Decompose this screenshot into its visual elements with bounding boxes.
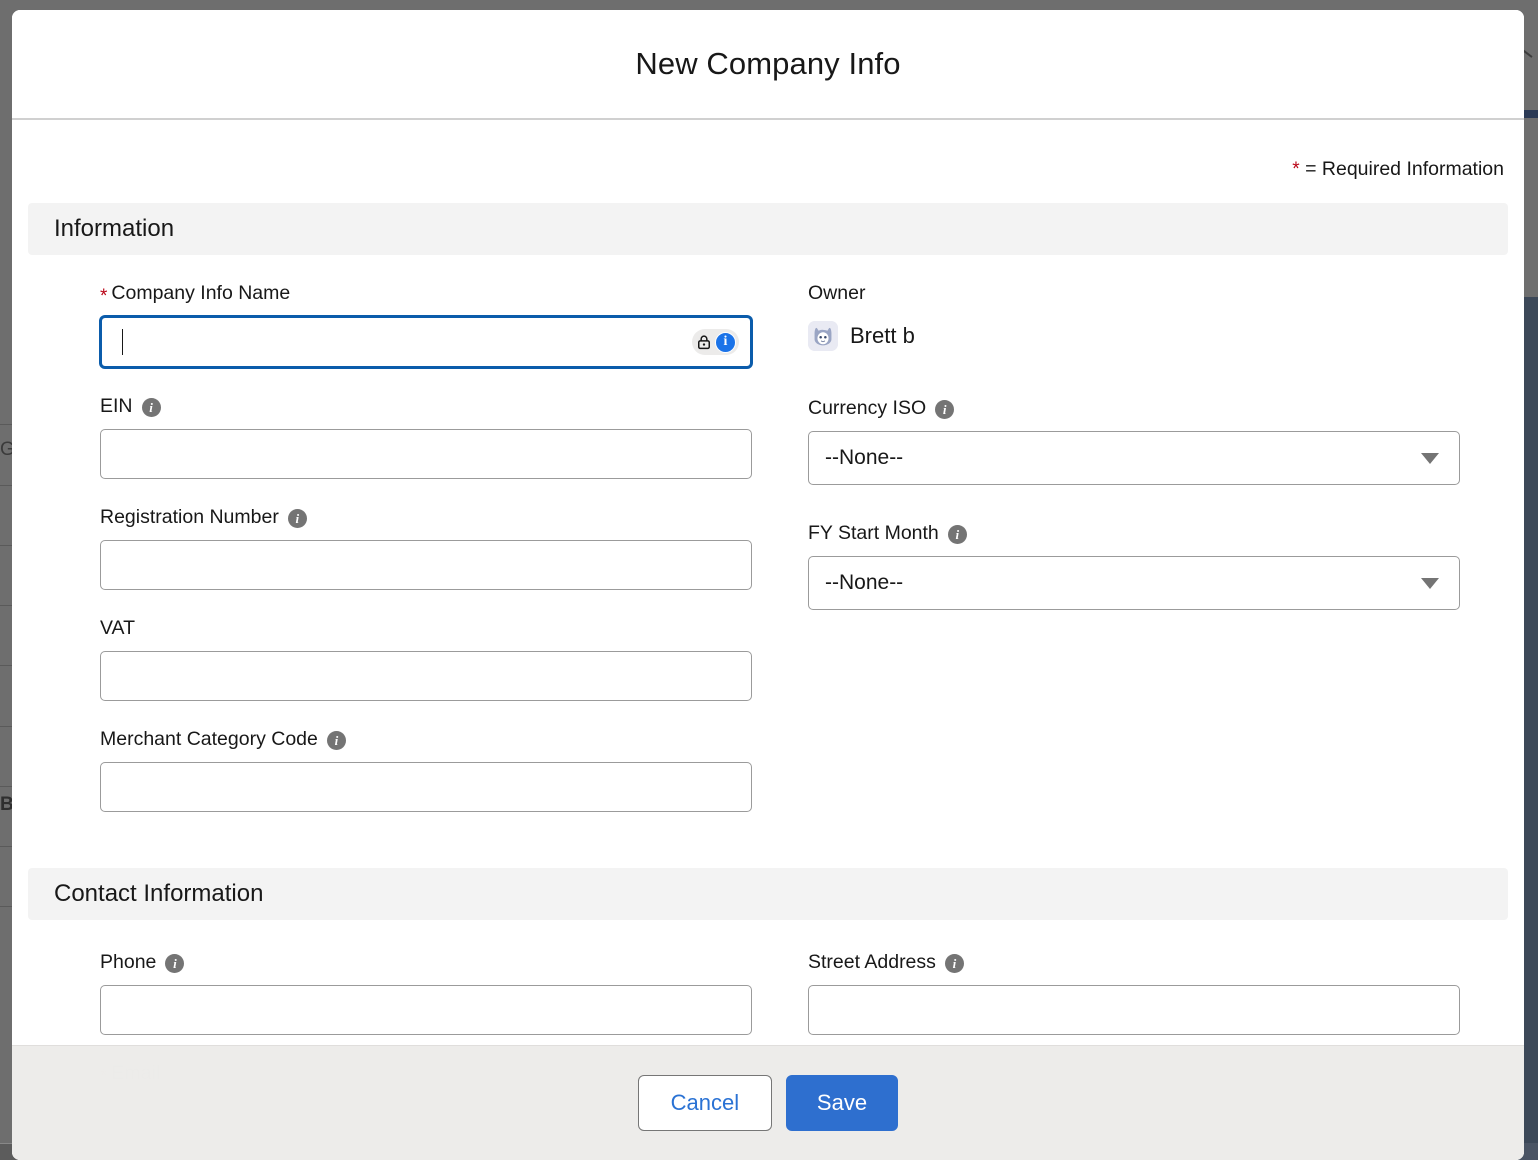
label-phone: Phone i (100, 950, 752, 976)
label-text: Registration Number (100, 506, 279, 529)
field-company-info-name: * Company Info Name i (100, 281, 752, 368)
company-info-name-input[interactable] (100, 316, 752, 368)
field-merchant-category-code: Merchant Category Code i (100, 727, 752, 812)
text-caret (122, 329, 123, 355)
label-registration-number: Registration Number i (100, 505, 752, 531)
label-owner: Owner (808, 281, 1460, 307)
info-circle-icon[interactable]: i (715, 331, 736, 353)
currency-iso-select[interactable]: --None-- (808, 431, 1460, 485)
fy-start-month-value: --None-- (825, 571, 904, 594)
ein-input[interactable] (100, 429, 752, 479)
field-phone: Phone i (100, 950, 752, 1035)
modal-body: * = Required Information Information * C… (12, 120, 1524, 1160)
fy-start-month-select[interactable]: --None-- (808, 556, 1460, 610)
phone-input[interactable] (100, 985, 752, 1035)
label-ein: EIN i (100, 394, 752, 420)
backdrop-table-rows (0, 0, 12, 1160)
save-button[interactable]: Save (785, 1075, 899, 1131)
field-ein: EIN i (100, 394, 752, 479)
section-header-contact-information: Contact Information (28, 868, 1508, 920)
label-text: Currency ISO (808, 397, 927, 420)
info-icon[interactable]: i (165, 953, 185, 973)
label-text: Company Info Name (111, 282, 291, 305)
information-field-grid: * Company Info Name i EIN i Registration… (12, 281, 1524, 838)
label-text: Phone (100, 951, 157, 974)
section-title: Contact Information (54, 880, 264, 907)
modal-header: New Company Info (12, 10, 1524, 120)
information-left-column: * Company Info Name i EIN i Registration… (100, 281, 752, 838)
field-currency-iso: Currency ISO i --None-- (808, 396, 1460, 485)
label-text: Merchant Category Code (100, 728, 318, 751)
owner-name: Brett b (850, 323, 915, 348)
currency-iso-value: --None-- (825, 446, 904, 469)
section-header-information: Information (28, 203, 1508, 255)
field-registration-number: Registration Number i (100, 505, 752, 590)
label-text: Owner (808, 282, 866, 305)
label-text: VAT (100, 617, 136, 640)
required-legend-text: = Required Information (1305, 158, 1504, 180)
street-address-input[interactable] (808, 985, 1460, 1035)
info-icon[interactable]: i (326, 730, 346, 750)
label-vat: VAT (100, 616, 752, 642)
info-icon[interactable]: i (141, 397, 161, 417)
label-street-address: Street Address i (808, 950, 1460, 976)
label-currency-iso: Currency ISO i (808, 396, 1460, 422)
field-owner: Owner Brett b (808, 281, 1460, 356)
page-title: New Company Info (635, 46, 901, 81)
label-fy-start-month: FY Start Month i (808, 521, 1460, 547)
section-title: Information (54, 215, 175, 242)
required-asterisk: * (1292, 159, 1300, 180)
chevron-down-icon[interactable] (1421, 577, 1439, 589)
registration-number-input[interactable] (100, 540, 752, 590)
info-icon[interactable]: i (947, 524, 967, 544)
owner-value: Brett b (808, 316, 1460, 356)
label-company-info-name: * Company Info Name (100, 281, 752, 307)
modal-footer: Cancel Save (12, 1045, 1524, 1160)
new-company-info-modal: New Company Info * = Required Informatio… (12, 10, 1524, 1160)
merchant-category-code-input[interactable] (100, 762, 752, 812)
required-asterisk: * (100, 285, 108, 307)
information-right-column: Owner Brett b Currency ISO i --None-- FY… (808, 281, 1460, 838)
label-text: EIN (100, 395, 133, 418)
info-icon[interactable]: i (944, 953, 964, 973)
field-vat: VAT (100, 616, 752, 701)
info-icon[interactable]: i (935, 399, 955, 419)
lock-icon[interactable] (695, 333, 713, 351)
label-merchant-category-code: Merchant Category Code i (100, 727, 752, 753)
label-text: Street Address (808, 951, 936, 974)
required-information-legend: * = Required Information (12, 120, 1524, 181)
cancel-button[interactable]: Cancel (637, 1075, 772, 1131)
field-street-address: Street Address i (808, 950, 1460, 1035)
chevron-down-icon[interactable] (1421, 452, 1439, 464)
field-fy-start-month: FY Start Month i --None-- (808, 521, 1460, 610)
field-lock-info-group[interactable]: i (692, 329, 739, 355)
label-text: FY Start Month (808, 522, 939, 545)
astro-avatar-icon (808, 321, 838, 351)
company-info-name-input-wrap: i (100, 316, 752, 368)
info-icon[interactable]: i (287, 508, 307, 528)
vat-input[interactable] (100, 651, 752, 701)
